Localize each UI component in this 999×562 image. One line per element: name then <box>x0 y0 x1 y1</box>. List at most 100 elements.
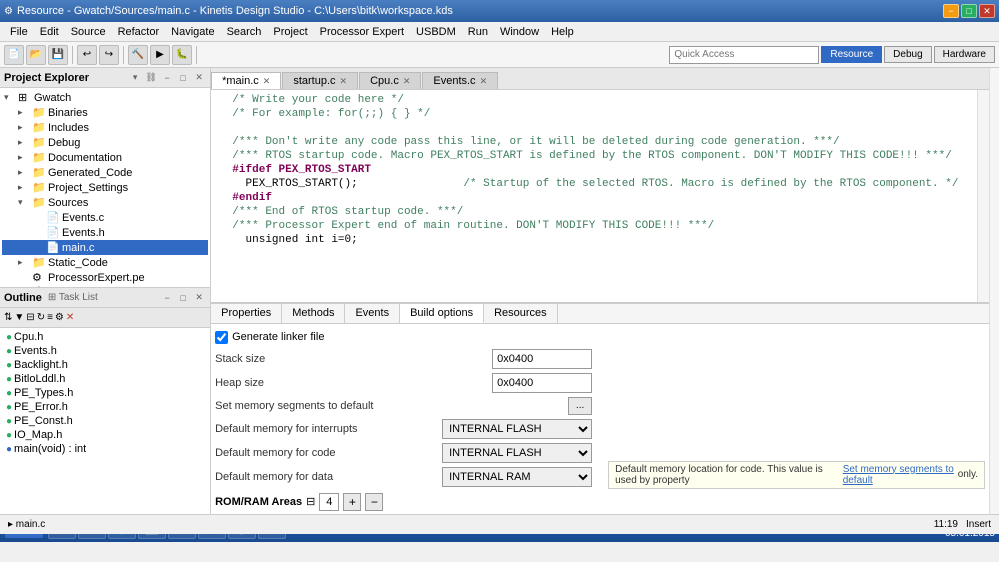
info-link[interactable]: Set memory segments to default <box>843 464 958 486</box>
new-file-icon[interactable]: 📄 <box>4 45 24 65</box>
open-icon[interactable]: 📂 <box>26 45 46 65</box>
outline-item[interactable]: ●IO_Map.h <box>2 428 208 442</box>
menu-item-file[interactable]: File <box>4 24 34 40</box>
outline-max-icon[interactable]: □ <box>176 291 190 305</box>
default-interrupts-select[interactable]: INTERNAL FLASH <box>442 419 592 439</box>
heap-size-input[interactable] <box>492 373 592 393</box>
outline-item-label: main(void) : int <box>14 443 86 455</box>
tree-item[interactable]: ⚙ProcessorExpert.pe <box>2 270 208 285</box>
tree-item[interactable]: 📄Events.h <box>2 225 208 240</box>
outline-item[interactable]: ●PE_Const.h <box>2 414 208 428</box>
link-icon[interactable]: ⛓ <box>144 71 158 85</box>
panel-min-icon[interactable]: − <box>160 71 174 85</box>
prop-tab-methods[interactable]: Methods <box>282 304 345 323</box>
perspective-btn-debug[interactable]: Debug <box>884 46 931 63</box>
quick-access-input[interactable] <box>669 46 819 64</box>
editor-tab-Cpu-c[interactable]: Cpu.c✕ <box>359 72 421 89</box>
perspective-btn-resource[interactable]: Resource <box>821 46 882 63</box>
tab-close-icon[interactable]: ✕ <box>340 76 348 87</box>
tree-type-icon: 📄 <box>46 241 60 254</box>
default-code-select[interactable]: INTERNAL FLASH <box>442 443 592 463</box>
outline-close-icon[interactable]: ✕ <box>192 291 206 305</box>
menu-item-edit[interactable]: Edit <box>34 24 65 40</box>
right-panel-scrollbar[interactable] <box>989 68 999 514</box>
code-editor[interactable]: /* Write your code here */ /* For exampl… <box>211 90 989 303</box>
outline-min-icon[interactable]: − <box>160 291 174 305</box>
menu-item-help[interactable]: Help <box>545 24 580 40</box>
tree-expand-icon: ▸ <box>18 182 30 193</box>
mark-icon[interactable]: ✕ <box>66 312 74 323</box>
sync-icon[interactable]: ↻ <box>37 312 45 323</box>
tree-item[interactable]: 📄Events.c <box>2 210 208 225</box>
menu-item-project[interactable]: Project <box>267 24 313 40</box>
prop-tab-resources[interactable]: Resources <box>484 304 558 323</box>
debug-icon[interactable]: 🐛 <box>172 45 192 65</box>
stack-size-input[interactable] <box>492 349 592 369</box>
outline-item[interactable]: ●PE_Error.h <box>2 400 208 414</box>
panel-close-icon[interactable]: ✕ <box>192 71 206 85</box>
outline-item[interactable]: ●PE_Types.h <box>2 386 208 400</box>
collapse-all-icon[interactable]: ≡ <box>47 312 53 323</box>
outline-item[interactable]: ●Backlight.h <box>2 358 208 372</box>
generate-linker-checkbox[interactable] <box>215 331 228 344</box>
save-icon[interactable]: 💾 <box>48 45 68 65</box>
editor-tab-Events-c[interactable]: Events.c✕ <box>422 72 498 89</box>
default-data-select[interactable]: INTERNAL RAM <box>442 467 592 487</box>
left-mem-settings: Stack size Heap size Set memory segments… <box>215 347 592 489</box>
tree-item[interactable]: ▸📁Includes <box>2 120 208 135</box>
maximize-button[interactable]: □ <box>961 4 977 18</box>
outline-item[interactable]: ●Events.h <box>2 344 208 358</box>
run-icon[interactable]: ▶ <box>150 45 170 65</box>
menu-item-source[interactable]: Source <box>65 24 112 40</box>
collapse-icon[interactable]: ▾ <box>128 71 142 85</box>
tab-close-icon[interactable]: ✕ <box>263 76 271 87</box>
build-icon[interactable]: 🔨 <box>128 45 148 65</box>
undo-icon[interactable]: ↩ <box>77 45 97 65</box>
tree-item[interactable]: ▾⊞Gwatch <box>2 90 208 105</box>
perspective-btn-hardware[interactable]: Hardware <box>934 46 995 63</box>
romram-remove-button[interactable]: − <box>365 493 383 511</box>
menu-item-navigate[interactable]: Navigate <box>165 24 220 40</box>
menu-item-processor expert[interactable]: Processor Expert <box>314 24 410 40</box>
minimize-button[interactable]: − <box>943 4 959 18</box>
tree-item[interactable]: ▸📁Binaries <box>2 105 208 120</box>
settings-icon[interactable]: ⚙ <box>55 312 64 323</box>
outline-item[interactable]: ●BitloLddl.h <box>2 372 208 386</box>
prop-tab-build-options[interactable]: Build options <box>400 304 484 323</box>
tree-item[interactable]: ▸📁Project_Settings <box>2 180 208 195</box>
tree-item[interactable]: ▸📁Generated_Code <box>2 165 208 180</box>
prop-tab-events[interactable]: Events <box>345 304 400 323</box>
tree-item[interactable]: 📄main.c <box>2 240 208 255</box>
code-line: #ifdef PEX_RTOS_START <box>219 164 981 178</box>
tree-expand-icon: ▸ <box>18 107 30 118</box>
tab-close-icon[interactable]: ✕ <box>403 76 411 87</box>
tree-item[interactable]: ▸📁Static_Code <box>2 255 208 270</box>
menu-item-usbdm[interactable]: USBDM <box>410 24 462 40</box>
redo-icon[interactable]: ↪ <box>99 45 119 65</box>
sort-icon[interactable]: ⇅ <box>4 312 12 323</box>
hide-fields-icon[interactable]: ⊟ <box>26 312 34 323</box>
editor-tab--main-c[interactable]: *main.c✕ <box>211 72 281 89</box>
menu-item-refactor[interactable]: Refactor <box>112 24 166 40</box>
tree-item[interactable]: ▾📁Sources <box>2 195 208 210</box>
tree-item[interactable]: ▸📁Documentation <box>2 150 208 165</box>
tab-close-icon[interactable]: ✕ <box>480 76 488 87</box>
menu-item-window[interactable]: Window <box>494 24 545 40</box>
menu-item-run[interactable]: Run <box>462 24 494 40</box>
editor-scrollbar[interactable] <box>977 90 989 302</box>
tree-item-label: Binaries <box>48 107 88 119</box>
tree-item[interactable]: ▸📁Debug <box>2 135 208 150</box>
outline-item[interactable]: ●main(void) : int <box>2 442 208 456</box>
set-memory-button[interactable]: ... <box>568 397 592 415</box>
filter-icon[interactable]: ▼ <box>14 312 24 323</box>
romram-minus-icon[interactable]: ⊟ <box>306 495 315 508</box>
editor-tab-startup-c[interactable]: startup.c✕ <box>282 72 358 89</box>
outline-item-label: Backlight.h <box>14 359 68 371</box>
close-button[interactable]: ✕ <box>979 4 995 18</box>
prop-tab-properties[interactable]: Properties <box>211 304 282 323</box>
menu-item-search[interactable]: Search <box>221 24 268 40</box>
tree-item[interactable]: 📋ProjectInfo.xml <box>2 285 208 287</box>
panel-max-icon[interactable]: □ <box>176 71 190 85</box>
romram-add-button[interactable]: + <box>343 493 361 511</box>
outline-item[interactable]: ●Cpu.h <box>2 330 208 344</box>
